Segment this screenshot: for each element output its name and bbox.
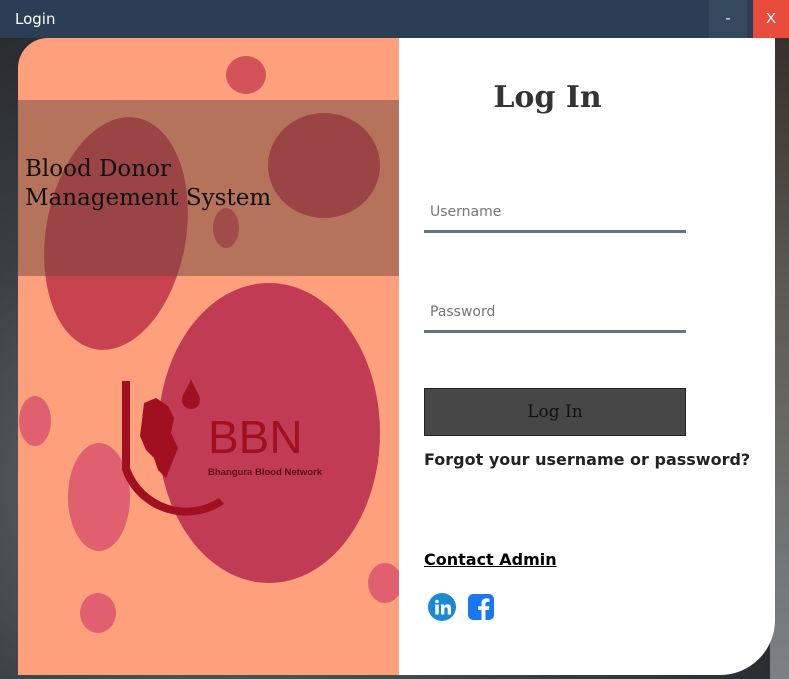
forgot-credentials-link[interactable]: Forgot your username or password? [424,450,750,469]
bangladesh-map-icon [140,398,178,478]
title-banner: Blood Donor Management System [18,100,399,276]
app-title-line2: Management System [25,185,272,211]
logo-subtext: Bhangura Blood Network [208,467,323,478]
close-button[interactable]: X [753,0,789,38]
facebook-icon[interactable] [467,593,495,621]
blood-cell-decoration [226,56,266,94]
linkedin-icon[interactable] [428,593,456,621]
login-button[interactable]: Log In [424,388,686,436]
window-title: Login [15,10,56,28]
contact-admin-link[interactable]: Contact Admin [424,550,557,569]
left-branding-panel: Blood Donor Management System BBN Bhangu… [18,38,399,675]
app-title-line1: Blood Donor [25,156,171,182]
logo-text: BBN [208,411,303,463]
login-heading: Log In [493,80,602,115]
username-input[interactable] [424,193,686,233]
bbn-logo: BBN Bhangura Blood Network [122,379,323,516]
login-form-panel: Log In Log In Forgot your username or pa… [399,38,775,675]
minimize-button[interactable]: - [709,0,747,38]
blood-cell-decoration [80,593,116,633]
blood-cell-decoration [368,563,399,603]
blood-cell-decoration [19,396,51,446]
app-title: Blood Donor Management System [25,155,271,213]
password-input[interactable] [424,293,686,333]
blood-drop-icon [182,379,200,409]
title-bar: Login - X [0,0,789,38]
